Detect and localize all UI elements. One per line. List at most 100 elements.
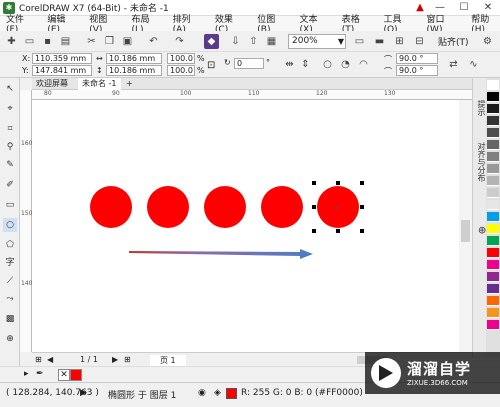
palette-swatch[interactable] <box>487 308 499 318</box>
guidelines-icon[interactable]: ⊟ <box>412 34 427 49</box>
palette-swatch[interactable] <box>487 272 499 282</box>
color-proof-icon[interactable]: ◉ <box>198 388 206 398</box>
gradient-arrow[interactable] <box>129 249 313 259</box>
save-icon[interactable]: ▪ <box>40 34 55 49</box>
docker-tab-align-distribute[interactable]: 对齐与分布 <box>473 142 487 182</box>
fill-color-swatch[interactable] <box>226 388 237 399</box>
width-field[interactable]: 10.186 mm <box>106 53 162 64</box>
freehand-tool-icon[interactable]: ✎ <box>3 158 17 172</box>
artistic-media-icon[interactable]: ✐ <box>3 178 17 192</box>
palette-swatch[interactable] <box>487 212 499 222</box>
cut-icon[interactable]: ✂ <box>84 34 99 49</box>
eyedropper-icon[interactable]: ✒ <box>36 369 44 379</box>
palette-swatch[interactable] <box>487 296 499 306</box>
last-page-icon[interactable]: ⊞ <box>124 355 131 364</box>
mirror-horizontal-icon[interactable]: ⇹ <box>282 57 297 72</box>
drop-shadow-icon[interactable]: ▩ <box>3 312 17 326</box>
full-screen-icon[interactable]: ▭ <box>352 34 367 49</box>
red-circle-2[interactable] <box>147 186 189 228</box>
play-icon[interactable]: ▶ <box>80 388 87 398</box>
publish-pdf-icon[interactable]: ▦ <box>264 34 279 49</box>
connector-tool-icon[interactable]: ⤳ <box>3 292 17 306</box>
red-circle-3[interactable] <box>204 186 246 228</box>
palette-swatch[interactable] <box>487 104 499 114</box>
grid-icon[interactable]: ⊞ <box>392 34 407 49</box>
next-page-icon[interactable]: ▶ <box>112 355 118 364</box>
add-docker-icon[interactable]: ⊕ <box>473 226 487 234</box>
lock-ratio-icon[interactable]: ⊡ <box>207 60 215 71</box>
x-label: X: <box>22 54 31 63</box>
corel-connect-icon[interactable]: ◆ <box>204 34 219 49</box>
palette-swatch[interactable] <box>487 320 499 330</box>
percent-label: % <box>197 54 205 63</box>
palette-swatch[interactable] <box>487 80 499 90</box>
scrollbar-thumb[interactable] <box>461 220 470 242</box>
snap-to-menu[interactable]: 贴齐(T) <box>438 35 469 48</box>
undo-icon[interactable]: ↶ <box>146 34 161 49</box>
palette-swatch[interactable] <box>487 260 499 270</box>
zoom-level-select[interactable]: 200% ▼ <box>288 34 346 49</box>
new-document-icon[interactable]: ✚ <box>4 34 19 49</box>
page-tab[interactable]: 页 1 <box>150 355 186 366</box>
color-palette <box>486 78 500 358</box>
add-tab-button[interactable]: + <box>122 78 137 90</box>
palette-swatch[interactable] <box>487 188 499 198</box>
rotation-field[interactable]: 0 <box>234 58 264 69</box>
paste-icon[interactable]: ▣ <box>120 34 135 49</box>
mirror-vertical-icon[interactable]: ⇕ <box>298 57 313 72</box>
direction-icon[interactable]: ⇄ <box>446 57 461 72</box>
palette-swatch[interactable] <box>487 224 499 234</box>
print-icon[interactable]: ▤ <box>58 34 73 49</box>
palette-swatch[interactable] <box>487 200 499 210</box>
docker-tab-hints[interactable]: 提示 <box>473 100 487 116</box>
pick-tool-icon[interactable]: ↖ <box>3 82 17 96</box>
arc-mode-icon[interactable]: ◠ <box>356 57 371 72</box>
palette-swatch[interactable] <box>487 92 499 102</box>
copy-icon[interactable]: ❐ <box>102 34 117 49</box>
rulers-icon[interactable]: ▬ <box>372 34 387 49</box>
palette-swatch[interactable] <box>487 176 499 186</box>
options-icon[interactable]: ⚙ <box>480 34 495 49</box>
palette-swatch[interactable] <box>487 236 499 246</box>
red-circle-4[interactable] <box>261 186 303 228</box>
parallel-dimension-icon[interactable]: ⟋ <box>3 274 17 288</box>
scale-width-field[interactable]: 100.0 <box>167 53 195 64</box>
convert-to-curves-icon[interactable]: ∿ <box>466 57 481 72</box>
tab-untitled-1[interactable]: 未命名 -1 <box>78 78 121 90</box>
red-circle-1[interactable] <box>90 186 132 228</box>
first-page-icon[interactable]: ⊞ <box>35 355 42 364</box>
scale-height-field[interactable]: 100.0 <box>167 65 195 76</box>
palette-swatch[interactable] <box>487 152 499 162</box>
red-swatch[interactable] <box>70 369 82 381</box>
ellipse-tool-icon[interactable]: ○ <box>3 218 17 232</box>
palette-swatch[interactable] <box>487 116 499 126</box>
text-tool-icon[interactable]: 字 <box>3 256 17 270</box>
palette-swatch[interactable] <box>487 248 499 258</box>
import-icon[interactable]: ⇩ <box>228 34 243 49</box>
start-angle-field[interactable]: 90.0 ° <box>396 53 438 64</box>
palette-swatch[interactable] <box>487 284 499 294</box>
polygon-tool-icon[interactable]: ⬠ <box>3 238 17 252</box>
end-angle-field[interactable]: 90.0 ° <box>396 65 438 76</box>
palette-swatch[interactable] <box>487 128 499 138</box>
ellipse-mode-icon[interactable]: ○ <box>320 57 335 72</box>
zoom-tool-icon[interactable]: ⚲ <box>3 140 17 154</box>
y-position-field[interactable]: 147.841 mm <box>32 65 92 76</box>
previous-page-icon[interactable]: ◀ <box>47 355 53 364</box>
shape-tool-icon[interactable]: ⌖ <box>3 102 17 116</box>
tab-welcome[interactable]: 欢迎屏幕 <box>32 78 72 90</box>
pie-mode-icon[interactable]: ◔ <box>338 57 353 72</box>
drawing-canvas[interactable]: × <box>32 100 472 352</box>
palette-swatch[interactable] <box>487 164 499 174</box>
height-field[interactable]: 10.186 mm <box>106 65 162 76</box>
export-icon[interactable]: ⇧ <box>246 34 261 49</box>
no-fill-swatch[interactable]: ✕ <box>58 369 70 381</box>
redo-icon[interactable]: ↷ <box>172 34 187 49</box>
add-tool-icon[interactable]: ⊕ <box>3 332 17 346</box>
crop-tool-icon[interactable]: ⌗ <box>3 122 17 136</box>
palette-swatch[interactable] <box>487 140 499 150</box>
vertical-scrollbar[interactable] <box>459 100 472 352</box>
rectangle-tool-icon[interactable]: ▭ <box>3 198 17 212</box>
open-icon[interactable]: ▭ <box>22 34 37 49</box>
x-position-field[interactable]: 110.359 mm <box>32 53 92 64</box>
